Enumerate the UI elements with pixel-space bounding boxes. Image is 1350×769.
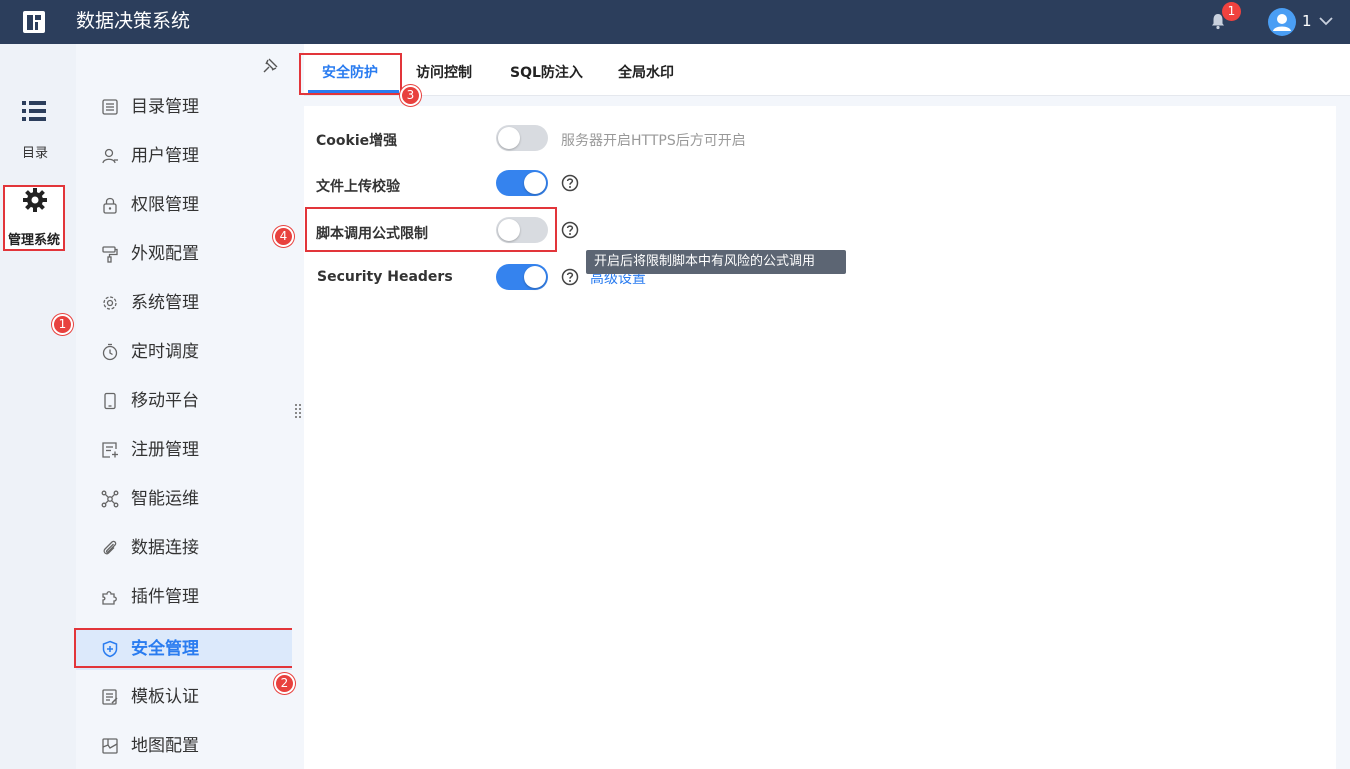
- step-marker-1: 1: [52, 314, 73, 335]
- highlight-box-tab: [299, 53, 402, 95]
- sidebar-item-register[interactable]: 注册管理: [76, 429, 292, 471]
- list-icon: [22, 101, 46, 121]
- left-rail: 目录: [0, 44, 76, 769]
- app-logo-icon: [23, 11, 45, 33]
- network-icon: [101, 490, 119, 508]
- list-doc-icon: [102, 99, 118, 115]
- highlight-box-row: [305, 207, 557, 252]
- sidebar-item-label: 移动平台: [131, 391, 199, 411]
- lock-icon: [103, 197, 117, 214]
- sidebar-item-label: 插件管理: [131, 587, 199, 607]
- sidebar-item-label: 地图配置: [131, 736, 199, 756]
- rail-item-catalog[interactable]: 目录: [6, 96, 64, 166]
- settings-panel: [304, 106, 1336, 769]
- avatar[interactable]: [1268, 8, 1296, 36]
- tab-sql-injection[interactable]: SQL防注入: [510, 62, 583, 82]
- map-icon: [102, 738, 118, 754]
- tab-global-watermark[interactable]: 全局水印: [618, 62, 674, 82]
- sidebar-item-label: 模板认证: [131, 687, 199, 707]
- cookie-toggle[interactable]: [496, 125, 548, 151]
- mobile-icon: [104, 392, 116, 410]
- upload-check-label: 文件上传校验: [316, 179, 400, 195]
- user-name[interactable]: 1: [1302, 11, 1312, 31]
- user-icon: [102, 148, 118, 164]
- security-headers-toggle[interactable]: [496, 264, 548, 290]
- sidebar-item-label: 系统管理: [131, 293, 199, 313]
- timer-icon: [102, 343, 118, 361]
- security-headers-label: Security Headers: [317, 269, 453, 285]
- toggle-knob: [524, 266, 546, 288]
- step-marker-2: 2: [274, 673, 295, 694]
- question-circle-icon[interactable]: [561, 268, 579, 286]
- app-title: 数据决策系统: [76, 10, 191, 32]
- tab-bar: 安全防护 访问控制 SQL防注入 全局水印: [304, 44, 1350, 96]
- cookie-hint: 服务器开启HTTPS后方可开启: [561, 133, 746, 149]
- register-icon: [102, 442, 118, 458]
- drag-handle-icon: [295, 404, 301, 418]
- notification-badge: 1: [1222, 2, 1241, 21]
- question-circle-icon[interactable]: [561, 174, 579, 192]
- upload-check-toggle[interactable]: [496, 170, 548, 196]
- sidebar-item-system[interactable]: 系统管理: [76, 282, 292, 324]
- sidebar-item-catalog[interactable]: 目录管理: [76, 86, 292, 128]
- sidebar-item-label: 用户管理: [131, 146, 199, 166]
- sidebar-item-label: 定时调度: [131, 342, 199, 362]
- sidebar-item-label: 数据连接: [131, 538, 199, 558]
- sidebar-item-map[interactable]: 地图配置: [76, 725, 292, 767]
- sidebar-item-label: 目录管理: [131, 97, 199, 117]
- top-header: 数据决策系统 1 1: [0, 0, 1350, 44]
- cookie-label: Cookie增强: [316, 133, 398, 149]
- sidebar-item-label: 智能运维: [131, 489, 199, 509]
- toggle-knob: [498, 127, 520, 149]
- chevron-down-icon[interactable]: [1318, 14, 1334, 28]
- pin-icon[interactable]: [262, 56, 280, 74]
- step-marker-3: 3: [400, 85, 421, 106]
- sidebar-item-schedule[interactable]: 定时调度: [76, 331, 292, 373]
- gear-icon: [23, 188, 47, 212]
- main-content: 安全防护 访问控制 SQL防注入 全局水印: [304, 44, 1350, 769]
- sidebar-item-label: 外观配置: [131, 244, 199, 264]
- panel-splitter[interactable]: [292, 44, 304, 769]
- sidebar-item-label: 注册管理: [131, 440, 199, 460]
- puzzle-icon: [102, 591, 117, 605]
- sidebar-item-permissions[interactable]: 权限管理: [76, 184, 292, 226]
- sidebar-item-ops[interactable]: 智能运维: [76, 478, 292, 520]
- tab-access-control[interactable]: 访问控制: [416, 62, 472, 82]
- highlight-box-security: [74, 628, 295, 668]
- sidebar-item-appearance[interactable]: 外观配置: [76, 233, 292, 275]
- sidebar-item-template-auth[interactable]: 模板认证: [76, 676, 292, 718]
- question-circle-icon[interactable]: [561, 221, 579, 239]
- gear-icon: [103, 296, 117, 310]
- paint-roller-icon: [102, 246, 118, 263]
- user-avatar-icon: [1273, 14, 1291, 31]
- rail-admin-label: 管理系统: [7, 233, 60, 248]
- step-marker-4: 4: [273, 226, 294, 247]
- sidebar-item-label: 权限管理: [131, 195, 199, 215]
- rail-item-admin[interactable]: 管理系统: [3, 185, 65, 251]
- sidebar-item-users[interactable]: 用户管理: [76, 135, 292, 177]
- paperclip-icon: [103, 540, 117, 555]
- toggle-knob: [524, 172, 546, 194]
- sidebar-item-plugins[interactable]: 插件管理: [76, 576, 292, 618]
- sidebar-item-mobile[interactable]: 移动平台: [76, 380, 292, 422]
- sidebar-item-data-connection[interactable]: 数据连接: [76, 527, 292, 569]
- template-icon: [102, 689, 118, 705]
- rail-catalog-label: 目录: [21, 146, 48, 161]
- tooltip: 开启后将限制脚本中有风险的公式调用: [586, 250, 846, 274]
